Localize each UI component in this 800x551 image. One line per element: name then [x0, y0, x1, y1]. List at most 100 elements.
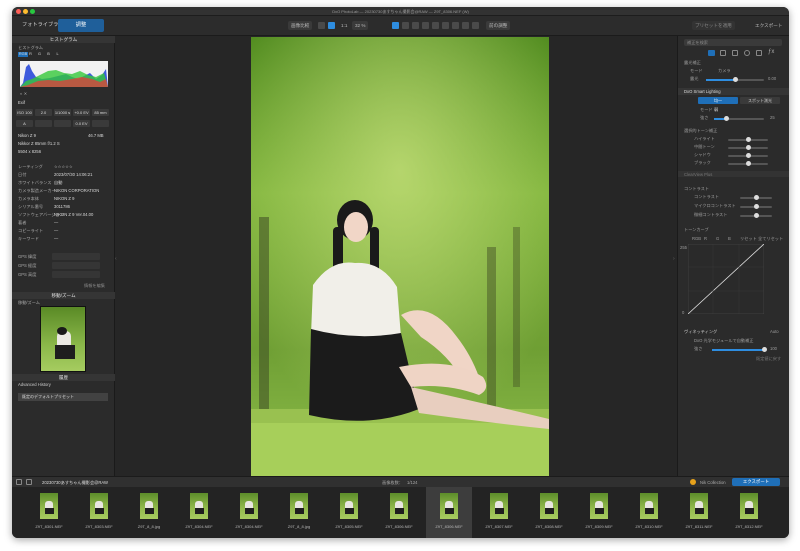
geometry-palette-icon[interactable]	[744, 50, 750, 56]
highlight-clip-icon[interactable]	[472, 22, 479, 29]
sl-strength-value[interactable]: 25	[770, 115, 775, 120]
contrast-slider[interactable]	[740, 213, 772, 218]
meta-value[interactable]: 2023/07/30 14:06:21	[54, 172, 92, 177]
channel-g-button[interactable]: G	[36, 52, 43, 57]
meta-value[interactable]: —	[54, 228, 58, 233]
filmstrip-cell[interactable]: Z9T_8310.NEF	[626, 487, 672, 538]
sl-mode-value[interactable]: 弱	[714, 107, 718, 113]
filmstrip-cell[interactable]: Z9T_8304.NEF	[176, 487, 222, 538]
tone-slider[interactable]	[728, 153, 768, 158]
search-field[interactable]: 補正を検索	[684, 39, 782, 46]
thumbnail[interactable]	[740, 493, 758, 519]
tone-slider[interactable]	[728, 145, 768, 150]
gps-field[interactable]	[52, 253, 100, 260]
vig-strength-value[interactable]: 100	[770, 346, 777, 351]
histogram-section-header[interactable]: ヒストグラム	[12, 36, 115, 43]
meta-value[interactable]: NIKON Z 9	[54, 196, 74, 201]
image-viewer[interactable]: ‹ ›	[115, 36, 677, 483]
layout-icon[interactable]	[318, 22, 325, 29]
thumbnail[interactable]	[490, 493, 508, 519]
redeye-icon[interactable]	[422, 22, 429, 29]
meta-value[interactable]: NIKON CORPORATION	[54, 188, 99, 193]
crop-icon[interactable]	[392, 22, 399, 29]
thumbnail[interactable]	[90, 493, 108, 519]
export-menu-button[interactable]: エクスポート	[752, 21, 785, 30]
meta-value[interactable]: —	[54, 220, 58, 225]
gps-field[interactable]	[52, 262, 100, 269]
contrast-slider[interactable]	[740, 204, 772, 209]
mode-value[interactable]: カメラ	[718, 68, 731, 74]
channel-b-button[interactable]: B	[45, 52, 52, 57]
sl-uniform-button[interactable]: 均一	[698, 97, 738, 104]
smart-lighting-header[interactable]: DxO Smart Lighting	[678, 88, 789, 95]
history-item[interactable]: 既定のデフォルトプリセット	[18, 393, 108, 401]
filmstrip-cell[interactable]: Z9T_8301.NEF	[26, 487, 72, 538]
collapse-left-icon[interactable]: ‹	[115, 256, 119, 262]
filmstrip-cell[interactable]: Z9T_8311.NEF	[676, 487, 722, 538]
edit-meta-link[interactable]: 情報を編集	[84, 283, 105, 289]
local-palette-icon[interactable]	[756, 50, 762, 56]
tone-slider[interactable]	[728, 161, 768, 166]
tone-curve-chart[interactable]	[688, 244, 764, 314]
gps-field[interactable]	[52, 271, 100, 278]
filmstrip-cell[interactable]: Z9T_8306.NEF	[376, 487, 422, 538]
exposure-group[interactable]: 露光補正	[684, 60, 701, 66]
meta-value[interactable]: ☆☆☆☆☆	[54, 164, 73, 169]
local-adjust-icon[interactable]	[442, 22, 449, 29]
thumbnail[interactable]	[190, 493, 208, 519]
filmstrip-cell[interactable]: Z9T_8307.NEF	[476, 487, 522, 538]
meta-value[interactable]: NIKON Z 9 Ver.04.00	[54, 212, 93, 217]
filmstrip-cell[interactable]: Z9T_8303.NEF	[76, 487, 122, 538]
meta-value[interactable]: 自動	[54, 180, 62, 186]
color-palette-icon[interactable]	[720, 50, 726, 56]
reset-default-link[interactable]: 既定値に戻す	[756, 356, 781, 362]
thumbnail[interactable]	[290, 493, 308, 519]
zoom-one-to-one[interactable]: 1:1	[338, 21, 350, 30]
thumbnail[interactable]	[690, 493, 708, 519]
vignetting-mode[interactable]: Auto	[770, 329, 779, 334]
watermark-icon[interactable]	[452, 22, 459, 29]
curve-mode-tab[interactable]: RGB	[692, 236, 701, 241]
filmstrip-cell[interactable]: Z9T_8306.NEF	[426, 487, 472, 538]
tab-customize[interactable]: 調整	[58, 19, 104, 32]
vignetting-auto[interactable]: DxO 光学モジュールで自動補正	[694, 338, 754, 344]
tone-slider[interactable]	[728, 137, 768, 142]
contrast-group[interactable]: コントラスト	[684, 186, 709, 192]
fx-palette-icon[interactable]: ƒx	[768, 49, 774, 55]
sort-icon[interactable]	[16, 479, 22, 485]
navigator-preview[interactable]	[40, 306, 86, 372]
curve-mode-tab[interactable]: R	[704, 236, 707, 241]
light-palette-icon[interactable]	[708, 50, 715, 56]
curve-mode-tab[interactable]: B	[728, 236, 731, 241]
exposure-value[interactable]: 0.00	[768, 76, 776, 81]
thumbnail[interactable]	[590, 493, 608, 519]
meta-value[interactable]: 3011786	[54, 204, 70, 209]
history-section-header[interactable]: 履歴	[12, 374, 115, 381]
meta-value[interactable]: —	[54, 236, 58, 241]
selective-tone-group[interactable]: 選択的トーン補正	[684, 128, 717, 134]
thumbnail[interactable]	[440, 493, 458, 519]
channel-r-button[interactable]: R	[27, 52, 34, 57]
filmstrip-cell[interactable]: Z9T_8305.NEF	[326, 487, 372, 538]
sl-spot-button[interactable]: スポット測光	[740, 97, 780, 104]
curve-mode-tab[interactable]: 全てリセット	[758, 236, 783, 242]
move-icon[interactable]	[328, 22, 335, 29]
thumbnail[interactable]	[640, 493, 658, 519]
thumbnail[interactable]	[140, 493, 158, 519]
tone-curve-header[interactable]: トーンカーブ	[684, 227, 709, 233]
eye-icon[interactable]	[462, 22, 469, 29]
before-after-button[interactable]: 前の調整	[486, 21, 511, 30]
filmstrip-cell[interactable]: Z9T_8312.NEF	[726, 487, 772, 538]
detail-palette-icon[interactable]	[732, 50, 738, 56]
thumbnail[interactable]	[540, 493, 558, 519]
thumbnail[interactable]	[390, 493, 408, 519]
filmstrip-cell[interactable]: Z9T_8304.NEF	[226, 487, 272, 538]
filter-icon[interactable]	[26, 479, 32, 485]
export-button[interactable]: エクスポート	[732, 478, 780, 486]
filmstrip-cell[interactable]: Z9T_8_8.jpg	[276, 487, 322, 538]
compare-button[interactable]: 画像比較	[288, 21, 313, 30]
apply-preset-button[interactable]: プリセットを適用	[692, 21, 735, 30]
histogram-clip-icons[interactable]: ◐ ✕	[20, 91, 27, 96]
zoom-level-select[interactable]: 32 %	[352, 21, 369, 30]
exposure-slider[interactable]	[706, 77, 764, 82]
